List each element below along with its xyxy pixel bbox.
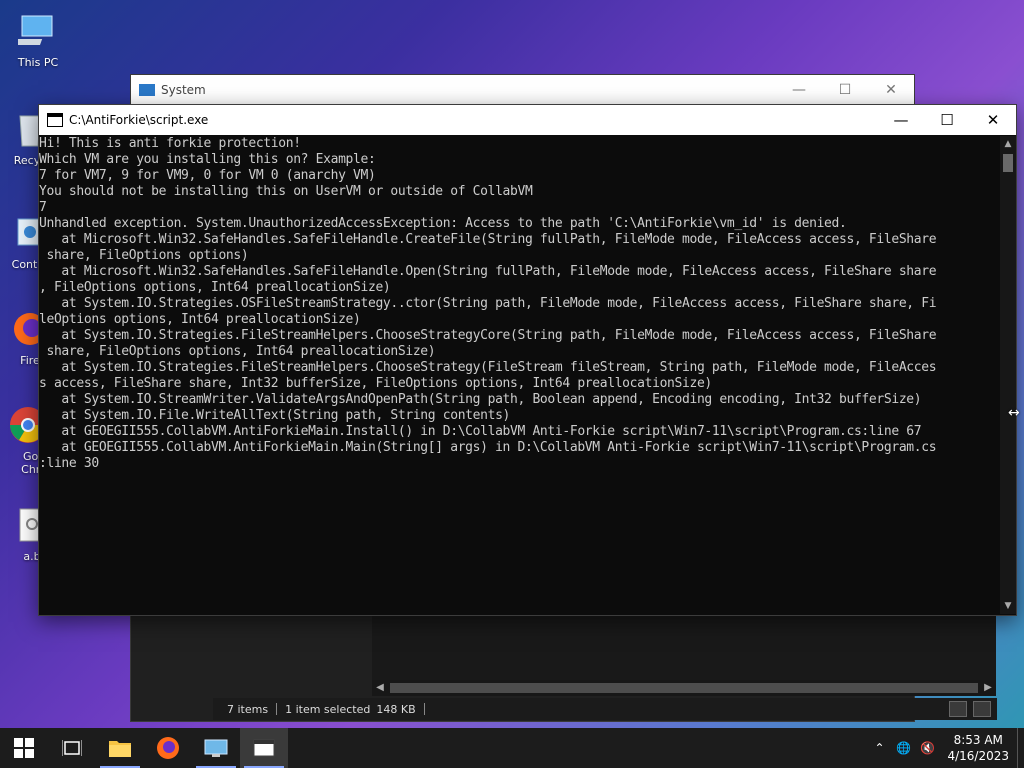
console-line: at System.IO.Strategies.OSFileStreamStra…	[39, 296, 937, 311]
console-line: share, FileOptions options, Int64 preall…	[39, 344, 436, 359]
console-app-icon	[253, 739, 275, 757]
task-view-icon	[62, 740, 82, 756]
show-desktop-button[interactable]	[1017, 728, 1024, 768]
scroll-right-icon[interactable]: ▶	[980, 680, 996, 696]
console-line: 7 for VM7, 9 for VM9, 0 for VM 0 (anarch…	[39, 168, 376, 183]
desktop-icon-label: This PC	[17, 56, 59, 69]
scroll-up-icon[interactable]: ▲	[1000, 136, 1016, 152]
console-line: at Microsoft.Win32.SafeHandles.SafeFileH…	[39, 232, 937, 247]
console-title-bar[interactable]: C:\AntiForkie\script.exe — ☐ ✕	[39, 105, 1016, 135]
chevron-up-icon[interactable]: ⌃	[867, 741, 891, 755]
console-line: at GEOEGII555.CollabVM.AntiForkieMain.Ma…	[39, 440, 937, 455]
console-line: share, FileOptions options)	[39, 248, 249, 263]
resize-cursor-icon: ↔	[1008, 405, 1020, 421]
scroll-left-icon[interactable]: ◀	[372, 680, 388, 696]
taskbar-console[interactable]	[240, 728, 288, 768]
console-line: Which VM are you installing this on? Exa…	[39, 152, 376, 167]
console-line: at Microsoft.Win32.SafeHandles.SafeFileH…	[39, 264, 937, 279]
close-icon[interactable]: ✕	[970, 105, 1016, 135]
details-view-icon[interactable]	[949, 701, 967, 717]
taskbar-system[interactable]	[192, 728, 240, 768]
maximize-icon[interactable]: ☐	[924, 105, 970, 135]
system-title-bar[interactable]: System — ☐ ✕	[131, 75, 914, 105]
console-line: at System.IO.StreamWriter.ValidateArgsAn…	[39, 392, 922, 407]
desktop-icon-this-pc[interactable]: This PC	[8, 10, 68, 69]
console-window-title: C:\AntiForkie\script.exe	[69, 113, 209, 127]
console-line: at GEOEGII555.CollabVM.AntiForkieMain.In…	[39, 424, 922, 439]
minimize-icon[interactable]: —	[878, 105, 924, 135]
taskbar-firefox[interactable]	[144, 728, 192, 768]
start-icon	[14, 738, 34, 758]
close-icon[interactable]: ✕	[868, 82, 914, 98]
maximize-icon[interactable]: ☐	[822, 82, 868, 98]
scroll-down-icon[interactable]: ▼	[1000, 598, 1016, 614]
task-view-button[interactable]	[48, 728, 96, 768]
console-window[interactable]: C:\AntiForkie\script.exe — ☐ ✕ Hi! This …	[38, 104, 1017, 616]
minimize-icon[interactable]: —	[776, 82, 822, 98]
clock-time: 8:53 AM	[953, 733, 1003, 747]
status-selected: 1 item selected	[285, 702, 371, 716]
console-line: You should not be installing this on Use…	[39, 184, 533, 199]
taskbar: ⌃ 🌐 🔇 8:53 AM 4/16/2023	[0, 728, 1024, 768]
console-line: Hi! This is anti forkie protection!	[39, 136, 301, 151]
console-app-icon	[47, 113, 63, 127]
start-button[interactable]	[0, 728, 48, 768]
scrollbar-thumb[interactable]	[390, 683, 978, 693]
console-line: :line 30	[39, 456, 99, 471]
system-window-title: System	[161, 83, 206, 97]
console-line: at System.IO.File.WriteAllText(String pa…	[39, 408, 511, 423]
scrollbar-thumb[interactable]	[1003, 154, 1013, 172]
console-line: Unhandled exception. System.Unauthorized…	[39, 216, 847, 231]
explorer-content-pane	[372, 614, 996, 680]
clock-date: 4/16/2023	[947, 749, 1009, 763]
console-line: 7	[39, 200, 47, 215]
console-line: s access, FileShare share, Int32 bufferS…	[39, 376, 712, 391]
clock[interactable]: 8:53 AM 4/16/2023	[939, 732, 1017, 764]
computer-icon	[17, 10, 59, 52]
system-tray: ⌃ 🌐 🔇 8:53 AM 4/16/2023	[867, 728, 1024, 768]
system-app-icon	[139, 84, 155, 96]
taskbar-file-explorer[interactable]	[96, 728, 144, 768]
network-icon[interactable]: 🌐	[891, 741, 915, 755]
status-item-count: 7 items	[227, 702, 269, 716]
console-line: leOptions options, Int64 preallocationSi…	[39, 312, 361, 327]
console-line: at System.IO.Strategies.FileStreamHelper…	[39, 360, 937, 375]
status-size: 148 KB	[376, 702, 416, 716]
console-vertical-scrollbar[interactable]: ▲ ▼	[1000, 136, 1016, 614]
firefox-icon	[157, 737, 179, 759]
file-explorer-icon	[109, 741, 131, 757]
explorer-horizontal-scrollbar[interactable]: ◀ ▶	[372, 680, 996, 696]
console-line: , FileOptions options, Int64 preallocati…	[39, 280, 391, 295]
console-line: at System.IO.Strategies.FileStreamHelper…	[39, 328, 937, 343]
explorer-status-bar: 7 items 1 item selected 148 KB	[213, 698, 997, 720]
remote-desktop-icon	[204, 739, 228, 757]
explorer-nav-pane	[213, 614, 371, 698]
console-output[interactable]: Hi! This is anti forkie protection! Which…	[39, 136, 999, 614]
console-text: Hi! This is anti forkie protection! Which…	[39, 136, 999, 472]
volume-muted-icon[interactable]: 🔇	[915, 741, 939, 755]
large-icons-view-icon[interactable]	[973, 701, 991, 717]
